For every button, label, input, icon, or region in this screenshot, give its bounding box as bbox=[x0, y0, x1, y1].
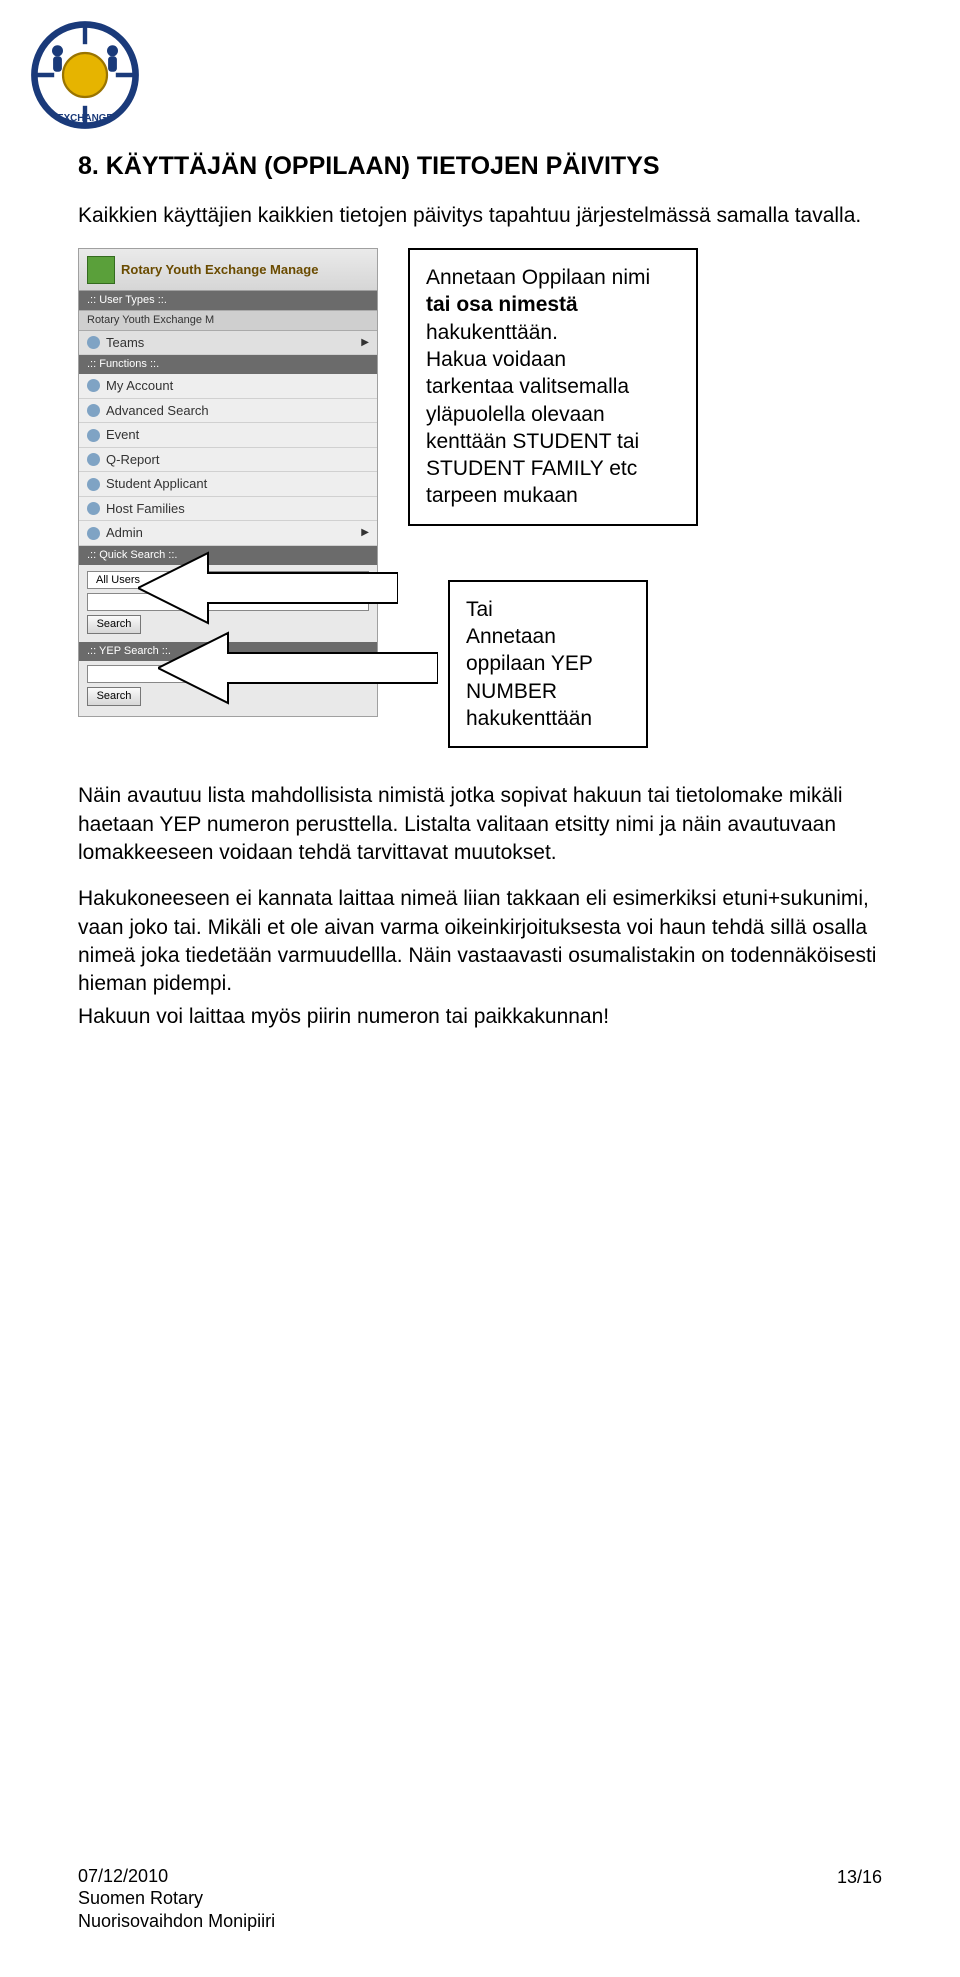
arrow-to-quick-search bbox=[138, 548, 398, 628]
app-banner: Rotary Youth Exchange Manage bbox=[79, 249, 377, 291]
body-paragraph-1: Näin avautuu lista mahdollisista nimistä… bbox=[78, 782, 882, 867]
bullet-icon bbox=[87, 502, 100, 515]
callout-line: STUDENT FAMILY etc bbox=[426, 455, 680, 482]
callout-line: tarkentaa valitsemalla bbox=[426, 373, 680, 400]
menu-label: Advanced Search bbox=[106, 402, 209, 420]
callout-line: NUMBER bbox=[466, 678, 630, 705]
menu-label: Admin bbox=[106, 524, 143, 542]
menu-label: Host Families bbox=[106, 500, 185, 518]
app-banner-title: Rotary Youth Exchange Manage bbox=[121, 261, 318, 279]
menu-label: Teams bbox=[106, 334, 144, 352]
footer-org-2: Nuorisovaihdon Monipiiri bbox=[78, 1910, 275, 1933]
callout-line: Annetaan Oppilaan nimi bbox=[426, 264, 680, 291]
callout-line-bold: tai osa nimestä bbox=[426, 293, 578, 316]
rotary-logo: EXCHANGE bbox=[30, 20, 140, 130]
yep-search-button[interactable]: Search bbox=[87, 687, 141, 706]
menu-label: Event bbox=[106, 426, 139, 444]
callout-line: oppilaan YEP bbox=[466, 650, 630, 677]
footer-org-1: Suomen Rotary bbox=[78, 1887, 275, 1910]
chevron-right-icon: ▶ bbox=[361, 526, 369, 540]
body-paragraph-3: Hakuun voi laittaa myös piirin numeron t… bbox=[78, 1003, 882, 1031]
menu-student-applicant[interactable]: Student Applicant bbox=[79, 472, 377, 497]
subbar: Rotary Youth Exchange M bbox=[79, 310, 377, 331]
menu-teams[interactable]: Teams ▶ bbox=[79, 331, 377, 356]
search-button[interactable]: Search bbox=[87, 615, 141, 634]
bullet-icon bbox=[87, 379, 100, 392]
page-heading: 8. KÄYTTÄJÄN (OPPILAAN) TIETOJEN PÄIVITY… bbox=[78, 150, 882, 184]
menu-my-account[interactable]: My Account bbox=[79, 374, 377, 399]
intro-paragraph: Kaikkien käyttäjien kaikkien tietojen pä… bbox=[78, 202, 882, 230]
section-user-types: .:: User Types ::. bbox=[79, 291, 377, 310]
callout-line: yläpuolella olevaan bbox=[426, 401, 680, 428]
callout-line: Annetaan bbox=[466, 623, 630, 650]
callout-yep-search: Tai Annetaan oppilaan YEP NUMBER hakuken… bbox=[448, 580, 648, 748]
menu-label: My Account bbox=[106, 377, 173, 395]
bullet-icon bbox=[87, 478, 100, 491]
bullet-icon bbox=[87, 453, 100, 466]
people-icon bbox=[87, 256, 115, 284]
page-footer: 07/12/2010 Suomen Rotary Nuorisovaihdon … bbox=[78, 1865, 882, 1933]
svg-text:EXCHANGE: EXCHANGE bbox=[57, 113, 113, 124]
callout-line: Hakua voidaan bbox=[426, 346, 680, 373]
callout-line: hakukenttään bbox=[466, 705, 630, 732]
menu-label: Student Applicant bbox=[106, 475, 207, 493]
callout-name-search: Annetaan Oppilaan nimi tai osa nimestä h… bbox=[408, 248, 698, 526]
section-functions: .:: Functions ::. bbox=[79, 355, 377, 374]
callout-line: Tai bbox=[466, 596, 630, 623]
menu-advanced-search[interactable]: Advanced Search bbox=[79, 399, 377, 424]
bullet-icon bbox=[87, 404, 100, 417]
arrow-to-yep-search bbox=[158, 628, 438, 708]
footer-page-number: 13/16 bbox=[837, 1865, 882, 1889]
menu-label: Q-Report bbox=[106, 451, 159, 469]
menu-q-report[interactable]: Q-Report bbox=[79, 448, 377, 473]
callout-line: kenttään STUDENT tai bbox=[426, 428, 680, 455]
bullet-icon bbox=[87, 429, 100, 442]
menu-event[interactable]: Event bbox=[79, 423, 377, 448]
menu-host-families[interactable]: Host Families bbox=[79, 497, 377, 522]
bullet-icon bbox=[87, 527, 100, 540]
bullet-icon bbox=[87, 336, 100, 349]
menu-admin[interactable]: Admin ▶ bbox=[79, 521, 377, 546]
footer-date: 07/12/2010 bbox=[78, 1866, 168, 1886]
chevron-right-icon: ▶ bbox=[361, 336, 369, 350]
callout-line: tarpeen mukaan bbox=[426, 482, 680, 509]
callout-line: hakukenttään. bbox=[426, 319, 680, 346]
body-paragraph-2: Hakukoneeseen ei kannata laittaa nimeä l… bbox=[78, 885, 882, 998]
